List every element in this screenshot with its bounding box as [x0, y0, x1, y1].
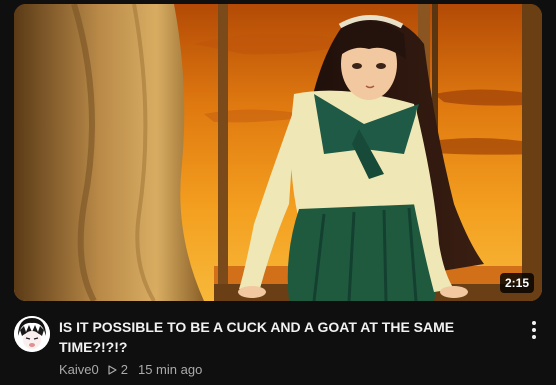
channel-name[interactable]: Kaive0 [59, 362, 99, 378]
duration-badge: 2:15 [499, 273, 534, 293]
upload-age: 15 min ago [137, 362, 203, 377]
menu-dot [532, 321, 536, 325]
video-title[interactable]: IS IT POSSIBLE TO BE A CUCK AND A GOAT A… [59, 317, 509, 357]
more-vertical-icon[interactable] [526, 318, 542, 342]
play-outline-icon [108, 365, 117, 375]
menu-dot [532, 335, 536, 339]
menu-dot [532, 328, 536, 332]
video-card[interactable]: 2:15 IS IT POSSIBLE TO BE A CUCK AND A G… [0, 0, 556, 385]
channel-avatar[interactable] [14, 316, 50, 352]
thumbnail-image [14, 4, 542, 301]
avatar-image [14, 316, 50, 352]
view-count: 2 [120, 362, 128, 377]
video-meta: Kaive0 2 15 min ago [59, 362, 202, 378]
video-thumbnail[interactable]: 2:15 [14, 4, 542, 301]
